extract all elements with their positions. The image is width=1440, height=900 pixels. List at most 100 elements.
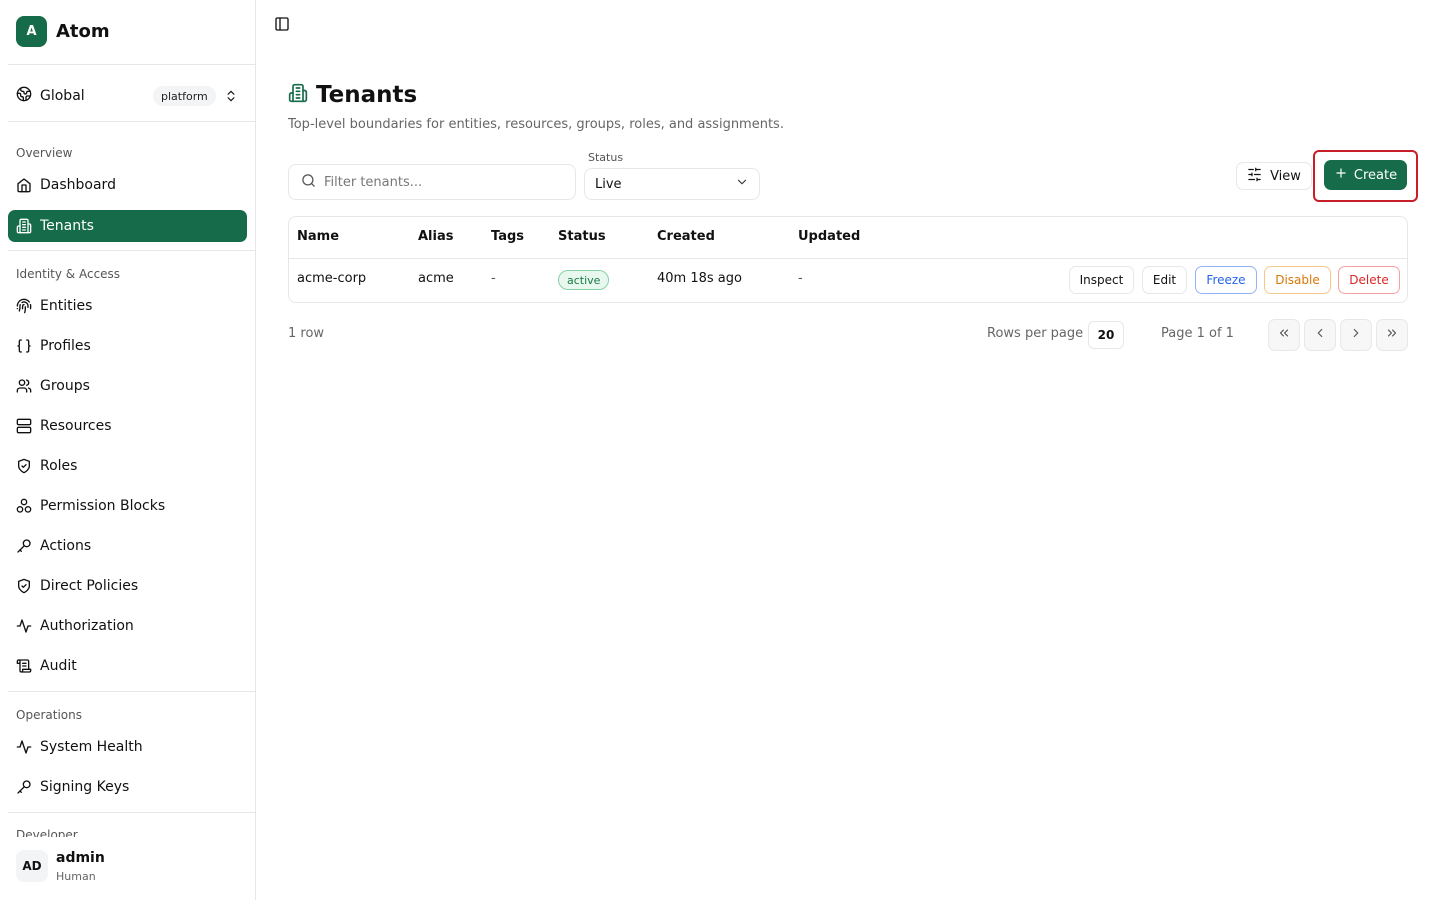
- sidebar-item-label: Authorization: [40, 618, 134, 634]
- sidebar-item-label: Groups: [40, 378, 90, 394]
- key-icon: [16, 779, 32, 795]
- last-page-button[interactable]: [1376, 319, 1408, 351]
- cell-alias: acme: [418, 271, 454, 286]
- search-icon: [301, 173, 316, 192]
- cell-tags: -: [491, 271, 496, 286]
- avatar: AD: [16, 850, 48, 882]
- chevron-right-icon: [1349, 326, 1363, 344]
- status-select[interactable]: Live: [584, 168, 760, 200]
- scope-label: Global: [40, 88, 85, 104]
- search-input[interactable]: [324, 174, 554, 190]
- cell-name: acme-corp: [297, 271, 367, 286]
- divider: [8, 121, 255, 122]
- disable-button[interactable]: Disable: [1264, 266, 1331, 294]
- chevron-left-icon: [1313, 326, 1327, 344]
- sidebar-item-tenants[interactable]: Tenants: [8, 210, 247, 242]
- sidebar-toggle-icon[interactable]: [272, 14, 292, 34]
- brand[interactable]: A Atom: [16, 16, 110, 47]
- sidebar-item-roles[interactable]: Roles: [8, 450, 247, 482]
- next-page-button[interactable]: [1340, 319, 1372, 351]
- sidebar-item-entities[interactable]: Entities: [8, 290, 247, 322]
- scroll-icon: [16, 658, 32, 674]
- sidebar-item-label: Tenants: [40, 218, 94, 234]
- blocks-icon: [16, 498, 32, 514]
- view-button[interactable]: View: [1236, 162, 1312, 190]
- user-name: admin: [56, 850, 105, 866]
- brand-name: Atom: [56, 21, 110, 42]
- sidebar-item-signing-keys[interactable]: Signing Keys: [8, 771, 247, 803]
- previous-page-button[interactable]: [1304, 319, 1336, 351]
- edit-button[interactable]: Edit: [1142, 266, 1187, 294]
- activity-icon: [16, 618, 32, 634]
- delete-button[interactable]: Delete: [1338, 266, 1400, 294]
- rows-per-page-label: Rows per page: [987, 326, 1084, 341]
- sidebar-item-label: Resources: [40, 418, 112, 434]
- divider: [8, 250, 255, 251]
- braces-icon: [16, 338, 32, 354]
- section-title-overview: Overview: [16, 146, 73, 160]
- divider: [8, 691, 255, 692]
- column-header-name[interactable]: Name: [297, 229, 339, 244]
- sidebar-item-audit[interactable]: Audit: [8, 650, 247, 682]
- user-role: Human: [56, 870, 96, 883]
- building-icon: [288, 83, 308, 107]
- chevrons-up-down-icon: [224, 88, 238, 108]
- server-icon: [16, 418, 32, 434]
- column-header-created[interactable]: Created: [657, 229, 715, 244]
- column-header-status[interactable]: Status: [558, 229, 606, 244]
- status-select-value: Live: [595, 176, 622, 192]
- cell-created: 40m 18s ago: [657, 271, 742, 286]
- create-button[interactable]: Create: [1324, 160, 1407, 190]
- sidebar-item-direct-policies[interactable]: Direct Policies: [8, 570, 247, 602]
- divider: [289, 258, 1407, 259]
- sidebar-item-label: System Health: [40, 739, 143, 755]
- scope-badge: platform: [153, 86, 216, 106]
- view-button-label: View: [1270, 168, 1301, 184]
- brand-logo: A: [16, 16, 47, 47]
- building-icon: [16, 218, 32, 234]
- search-field[interactable]: [288, 164, 576, 200]
- sidebar: A Atom Global platform Overview Dashboar…: [0, 0, 256, 900]
- globe-icon: [16, 86, 32, 106]
- sidebar-item-label: Audit: [40, 658, 77, 674]
- shield-check-icon: [16, 458, 32, 474]
- chevrons-left-icon: [1277, 326, 1291, 344]
- sidebar-item-authorization[interactable]: Authorization: [8, 610, 247, 642]
- row-count: 1 row: [288, 326, 325, 341]
- page-header: Tenants: [288, 82, 417, 108]
- scope-switcher[interactable]: Global platform: [8, 80, 248, 112]
- section-title-identity: Identity & Access: [16, 267, 121, 281]
- user-menu[interactable]: AD admin Human: [16, 850, 105, 883]
- sidebar-item-permission-blocks[interactable]: Permission Blocks: [8, 490, 247, 522]
- key-icon: [16, 538, 32, 554]
- section-title-operations: Operations: [16, 708, 82, 722]
- chevrons-right-icon: [1385, 326, 1399, 344]
- sidebar-item-label: Entities: [40, 298, 93, 314]
- sidebar-item-label: Profiles: [40, 338, 91, 354]
- column-header-tags[interactable]: Tags: [491, 229, 524, 244]
- first-page-button[interactable]: [1268, 319, 1300, 351]
- status-filter-label: Status: [588, 151, 624, 164]
- sidebar-item-profiles[interactable]: Profiles: [8, 330, 247, 362]
- sidebar-item-actions[interactable]: Actions: [8, 530, 247, 562]
- tenants-table: Name Alias Tags Status Created Updated a…: [288, 216, 1408, 303]
- divider: [8, 64, 255, 65]
- users-icon: [16, 378, 32, 394]
- sidebar-item-label: Permission Blocks: [40, 498, 166, 514]
- rows-per-page-select[interactable]: 20: [1088, 321, 1124, 349]
- column-header-updated[interactable]: Updated: [798, 229, 860, 244]
- chevron-down-icon: [735, 175, 749, 193]
- fingerprint-icon: [16, 298, 32, 314]
- plus-icon: [1334, 166, 1348, 184]
- sidebar-item-groups[interactable]: Groups: [8, 370, 247, 402]
- shield-check-icon: [16, 578, 32, 594]
- column-header-alias[interactable]: Alias: [418, 229, 453, 244]
- page-title: Tenants: [316, 82, 418, 108]
- section-title-developer: Developer: [16, 828, 78, 837]
- inspect-button[interactable]: Inspect: [1069, 266, 1134, 294]
- freeze-button[interactable]: Freeze: [1195, 266, 1257, 294]
- sidebar-item-dashboard[interactable]: Dashboard: [8, 169, 247, 201]
- sidebar-item-label: Signing Keys: [40, 779, 130, 795]
- sidebar-item-resources[interactable]: Resources: [8, 410, 247, 442]
- sidebar-item-system-health[interactable]: System Health: [8, 731, 247, 763]
